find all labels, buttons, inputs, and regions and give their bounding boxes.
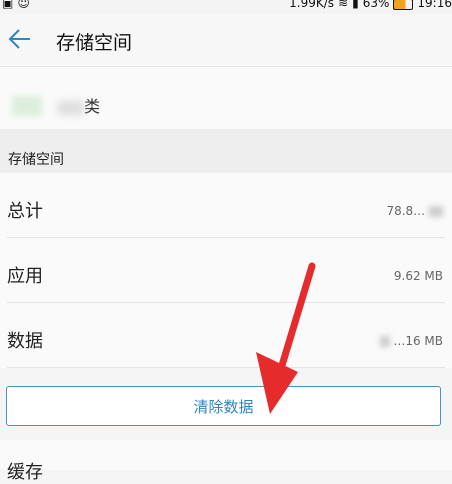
storage-row-apps: 应用 9.62 MB bbox=[7, 238, 445, 303]
storage-row-data: 数据 …16 MB bbox=[7, 303, 445, 368]
app-icon bbox=[12, 96, 42, 116]
notification-icon: ▣ bbox=[2, 0, 14, 10]
row-value: 9.62 MB bbox=[393, 269, 443, 283]
clear-data-button[interactable]: 清除数据 bbox=[6, 386, 441, 426]
app-name-fragment: 类 bbox=[84, 97, 103, 116]
row-value: 78.8… bbox=[386, 204, 443, 218]
battery-percent: 63% bbox=[362, 0, 390, 10]
wifi-icon: ≋ bbox=[338, 0, 349, 10]
battery-icon bbox=[393, 0, 414, 10]
app-info-row: 类 bbox=[0, 67, 452, 129]
section-header: 存储空间 bbox=[0, 129, 452, 173]
page-title: 存储空间 bbox=[56, 32, 133, 54]
smiley-icon: ☺ bbox=[17, 0, 30, 10]
back-arrow-icon[interactable] bbox=[6, 26, 32, 52]
app-name: 类 bbox=[58, 93, 102, 117]
signal-icon: ▮ bbox=[352, 0, 359, 10]
section-title: 存储空间 bbox=[8, 152, 64, 168]
row-label: 缓存 bbox=[7, 462, 43, 483]
network-speed: 1.99K/s bbox=[289, 0, 335, 10]
storage-row-total: 总计 78.8… bbox=[7, 173, 445, 238]
row-label: 总计 bbox=[7, 201, 43, 222]
row-label: 数据 bbox=[7, 331, 43, 352]
clock: 19:16 bbox=[417, 0, 452, 10]
storage-list: 总计 78.8… 应用 9.62 MB 数据 …16 MB bbox=[0, 173, 452, 368]
row-value: …16 MB bbox=[379, 334, 443, 348]
row-label: 应用 bbox=[7, 266, 43, 287]
app-bar: 存储空间 bbox=[0, 14, 452, 67]
status-bar: ▣ ☺ 1.99K/s ≋ ▮ 63% 19:16 bbox=[0, 0, 452, 14]
